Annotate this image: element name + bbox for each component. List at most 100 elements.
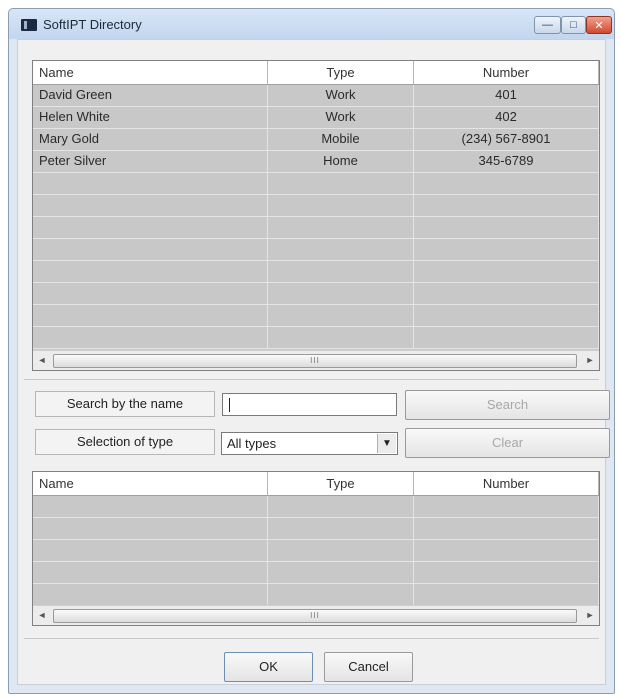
- cell-type: [268, 283, 414, 304]
- cell-number: 402: [414, 107, 599, 128]
- maximize-button[interactable]: □: [561, 16, 586, 34]
- table-row[interactable]: [33, 195, 599, 217]
- cell-name: David Green: [33, 85, 268, 106]
- cell-number: [414, 518, 599, 539]
- table-row[interactable]: [33, 283, 599, 305]
- cell-type: [268, 540, 414, 561]
- cell-name: [33, 217, 268, 238]
- horizontal-scrollbar[interactable]: ◄ III ►: [33, 605, 599, 625]
- type-select-value: All types: [227, 436, 277, 451]
- search-name-input[interactable]: [222, 393, 397, 416]
- cell-name: [33, 562, 268, 583]
- table-row[interactable]: [33, 518, 599, 540]
- cell-number: 401: [414, 85, 599, 106]
- cell-type: [268, 217, 414, 238]
- table-row[interactable]: Peter Silver Home 345-6789: [33, 151, 599, 173]
- results-list-rows: [33, 496, 599, 606]
- table-row[interactable]: David Green Work 401: [33, 85, 599, 107]
- table-row[interactable]: [33, 562, 599, 584]
- window-title: SoftIPT Directory: [43, 17, 142, 32]
- cell-number: [414, 283, 599, 304]
- cell-type: [268, 327, 414, 348]
- directory-list-rows: David Green Work 401 Helen White Work 402 Mary…: [33, 85, 599, 349]
- divider: [24, 379, 599, 380]
- search-by-name-label: Search by the name: [35, 391, 215, 417]
- cell-type: [268, 261, 414, 282]
- arrow-right-icon[interactable]: ►: [581, 606, 599, 625]
- table-row[interactable]: [33, 305, 599, 327]
- cell-name: [33, 540, 268, 561]
- arrow-left-icon[interactable]: ◄: [33, 351, 51, 370]
- cell-name: Mary Gold: [33, 129, 268, 150]
- scroll-thumb[interactable]: III: [53, 609, 577, 623]
- scroll-thumb[interactable]: III: [53, 354, 577, 368]
- cell-name: [33, 305, 268, 326]
- cell-name: [33, 195, 268, 216]
- column-header-number[interactable]: Number: [414, 61, 599, 84]
- table-row[interactable]: [33, 584, 599, 606]
- cell-number: [414, 327, 599, 348]
- arrow-left-icon[interactable]: ◄: [33, 606, 51, 625]
- column-header-type[interactable]: Type: [268, 61, 414, 84]
- table-row[interactable]: Mary Gold Mobile (234) 567-8901: [33, 129, 599, 151]
- cell-type: [268, 496, 414, 517]
- arrow-right-icon[interactable]: ►: [581, 351, 599, 370]
- cell-number: [414, 305, 599, 326]
- cell-type: [268, 562, 414, 583]
- cell-number: 345-6789: [414, 151, 599, 172]
- cell-number: [414, 562, 599, 583]
- column-header-type[interactable]: Type: [268, 472, 414, 495]
- cell-type: [268, 195, 414, 216]
- search-results-list[interactable]: Name Type Number ◄ III ►: [32, 471, 600, 626]
- title-bar[interactable]: SoftIPT Directory — □ ✕: [9, 9, 614, 39]
- cell-name: [33, 327, 268, 348]
- chevron-down-icon[interactable]: ▼: [377, 434, 396, 453]
- table-row[interactable]: [33, 540, 599, 562]
- text-caret: [229, 398, 230, 412]
- clear-button[interactable]: Clear: [405, 428, 610, 458]
- ok-button[interactable]: OK: [224, 652, 313, 682]
- cancel-button[interactable]: Cancel: [324, 652, 413, 682]
- close-button[interactable]: ✕: [586, 16, 612, 34]
- cell-number: [414, 173, 599, 194]
- cell-name: [33, 239, 268, 260]
- table-row[interactable]: [33, 239, 599, 261]
- cell-number: [414, 261, 599, 282]
- cell-type: [268, 239, 414, 260]
- selection-of-type-label: Selection of type: [35, 429, 215, 455]
- search-button[interactable]: Search: [405, 390, 610, 420]
- table-row[interactable]: Helen White Work 402: [33, 107, 599, 129]
- table-row[interactable]: [33, 217, 599, 239]
- table-row[interactable]: [33, 496, 599, 518]
- cell-name: Peter Silver: [33, 151, 268, 172]
- column-header-name[interactable]: Name: [33, 472, 268, 495]
- table-row[interactable]: [33, 261, 599, 283]
- divider: [24, 638, 599, 639]
- cell-name: [33, 261, 268, 282]
- directory-list-header: Name Type Number: [33, 61, 599, 85]
- directory-window: SoftIPT Directory — □ ✕ Name Type Number…: [8, 8, 615, 694]
- cell-type: Work: [268, 107, 414, 128]
- dialog-client-area: Name Type Number David Green Work 401 Helen…: [17, 39, 610, 685]
- cell-name: [33, 518, 268, 539]
- cell-type: [268, 584, 414, 605]
- table-row[interactable]: [33, 173, 599, 195]
- cell-number: [414, 540, 599, 561]
- cell-number: [414, 584, 599, 605]
- cell-type: Home: [268, 151, 414, 172]
- directory-app-icon: [21, 19, 37, 31]
- type-select[interactable]: All types ▼: [221, 432, 398, 455]
- minimize-button[interactable]: —: [534, 16, 561, 34]
- scroll-grip: III: [310, 356, 320, 365]
- scroll-grip: III: [310, 611, 320, 620]
- cell-name: [33, 173, 268, 194]
- cell-type: Mobile: [268, 129, 414, 150]
- directory-list[interactable]: Name Type Number David Green Work 401 Helen…: [32, 60, 600, 371]
- column-header-number[interactable]: Number: [414, 472, 599, 495]
- results-list-header: Name Type Number: [33, 472, 599, 496]
- cell-type: [268, 518, 414, 539]
- cell-number: [414, 496, 599, 517]
- table-row[interactable]: [33, 327, 599, 349]
- column-header-name[interactable]: Name: [33, 61, 268, 84]
- horizontal-scrollbar[interactable]: ◄ III ►: [33, 350, 599, 370]
